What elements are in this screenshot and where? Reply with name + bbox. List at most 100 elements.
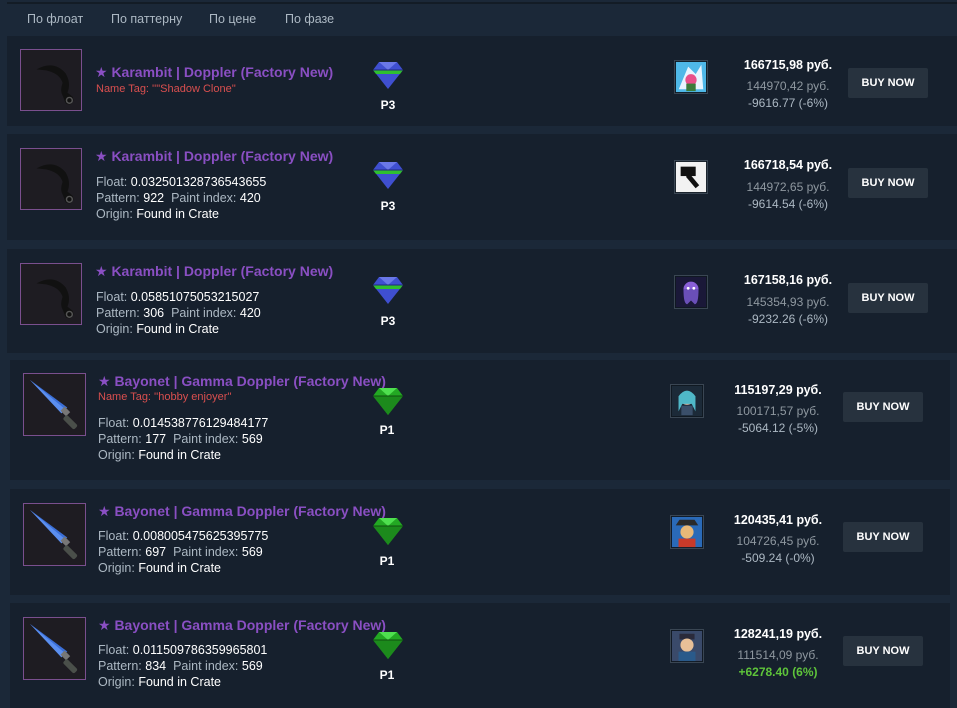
origin-line: Origin: Found in Crate bbox=[98, 448, 221, 462]
item-title[interactable]: ★ Bayonet | Gamma Doppler (Factory New) bbox=[98, 617, 386, 634]
sort-by-price-tab[interactable]: По цене bbox=[209, 12, 256, 26]
float-value: 0.011509786359965801 bbox=[132, 643, 268, 657]
name-tag: Name Tag: ''hobby enjoyer'' bbox=[98, 391, 232, 403]
ghost-sticker-icon[interactable] bbox=[674, 275, 708, 309]
price: 120435,41 руб. bbox=[733, 513, 823, 527]
buy-now-button[interactable]: BUY NOW bbox=[848, 168, 928, 198]
item-title[interactable]: ★ Karambit | Doppler (Factory New) bbox=[95, 263, 333, 280]
listing-row: ★ Karambit | Doppler (Factory New) Name … bbox=[7, 36, 957, 126]
base-price: 111514,09 руб. bbox=[737, 648, 819, 662]
float-line: Float: 0.011509786359965801 bbox=[98, 643, 268, 657]
anime-girl-sticker-icon[interactable] bbox=[670, 384, 704, 418]
pattern-line: Pattern: 306 Paint index: 420 bbox=[96, 306, 261, 320]
float-value: 0.05851075053215027 bbox=[130, 290, 260, 304]
float-line: Float: 0.008005475625395775 bbox=[98, 529, 269, 543]
name-tag: Name Tag: ''"Shadow Clone'' bbox=[96, 83, 236, 95]
pattern-value: 834 bbox=[145, 659, 167, 673]
buy-now-button[interactable]: BUY NOW bbox=[843, 636, 923, 666]
base-price: 145354,93 руб. bbox=[746, 295, 830, 309]
origin-line: Origin: Found in Crate bbox=[96, 207, 219, 221]
float-line: Float: 0.05851075053215027 bbox=[96, 290, 260, 304]
base-price: 100171,57 руб. bbox=[736, 404, 820, 418]
character-sticker-icon[interactable] bbox=[670, 629, 704, 663]
item-title[interactable]: ★ Bayonet | Gamma Doppler (Factory New) bbox=[98, 373, 386, 390]
sort-by-pattern-tab[interactable]: По паттерну bbox=[111, 12, 182, 26]
phase-label: P3 bbox=[380, 314, 396, 328]
price: 115197,29 руб. bbox=[734, 383, 822, 397]
emerald-gem-icon bbox=[373, 518, 403, 545]
base-price: 144970,42 руб. bbox=[746, 79, 830, 93]
bayonet-icon[interactable] bbox=[23, 617, 86, 680]
paint-index-value: 420 bbox=[239, 306, 261, 320]
price-difference: -509.24 (-0%) bbox=[741, 551, 815, 565]
float-line: Float: 0.014538776129484177 bbox=[98, 416, 269, 430]
origin-value: Found in Crate bbox=[136, 207, 219, 221]
float-line: Float: 0.032501328736543655 bbox=[96, 175, 267, 189]
pattern-value: 177 bbox=[145, 432, 167, 446]
origin-line: Origin: Found in Crate bbox=[98, 561, 221, 575]
phase-label: P3 bbox=[380, 199, 396, 213]
pattern-value: 697 bbox=[145, 545, 167, 559]
bayonet-icon[interactable] bbox=[23, 503, 86, 566]
price: 166718,54 руб. bbox=[743, 158, 833, 172]
buy-now-button[interactable]: BUY NOW bbox=[843, 392, 923, 422]
listing-row: ★ Bayonet | Gamma Doppler (Factory New) … bbox=[10, 489, 950, 595]
hammer-sticker-icon[interactable] bbox=[674, 160, 708, 194]
emerald-gem-icon bbox=[373, 632, 403, 659]
pattern-value: 922 bbox=[143, 191, 165, 205]
sapphire-gem-icon bbox=[373, 277, 403, 304]
price-difference: -9616.77 (-6%) bbox=[747, 96, 829, 110]
float-value: 0.008005475625395775 bbox=[132, 529, 269, 543]
origin-value: Found in Crate bbox=[138, 561, 221, 575]
top-divider bbox=[7, 2, 957, 4]
pattern-line: Pattern: 697 Paint index: 569 bbox=[98, 545, 263, 559]
paint-index-value: 569 bbox=[241, 545, 263, 559]
pattern-value: 306 bbox=[143, 306, 165, 320]
price: 167158,16 руб. bbox=[743, 273, 833, 287]
listing-row: ★ Bayonet | Gamma Doppler (Factory New) … bbox=[10, 603, 950, 708]
base-price: 144972,65 руб. bbox=[746, 180, 830, 194]
float-value: 0.032501328736543655 bbox=[130, 175, 267, 189]
price-difference: -9232.26 (-6%) bbox=[747, 312, 829, 326]
pirate-sticker-icon[interactable] bbox=[670, 515, 704, 549]
origin-line: Origin: Found in Crate bbox=[96, 322, 219, 336]
pattern-line: Pattern: 177 Paint index: 569 bbox=[98, 432, 263, 446]
float-value: 0.014538776129484177 bbox=[132, 416, 269, 430]
paint-index-value: 569 bbox=[241, 659, 263, 673]
cartoon-sticker-icon[interactable] bbox=[674, 60, 708, 94]
item-title[interactable]: ★ Bayonet | Gamma Doppler (Factory New) bbox=[98, 503, 386, 520]
buy-now-button[interactable]: BUY NOW bbox=[848, 68, 928, 98]
phase-label: P3 bbox=[380, 98, 396, 112]
phase-label: P1 bbox=[379, 554, 395, 568]
base-price: 104726,45 руб. bbox=[736, 534, 820, 548]
listing-row: ★ Karambit | Doppler (Factory New) Float… bbox=[7, 249, 957, 353]
emerald-gem-icon bbox=[373, 388, 403, 415]
origin-value: Found in Crate bbox=[138, 675, 221, 689]
listing-row: ★ Karambit | Doppler (Factory New) Float… bbox=[7, 134, 957, 240]
origin-line: Origin: Found in Crate bbox=[98, 675, 221, 689]
karambit-icon[interactable] bbox=[20, 263, 82, 325]
karambit-icon[interactable] bbox=[20, 148, 82, 210]
pattern-line: Pattern: 834 Paint index: 569 bbox=[98, 659, 263, 673]
phase-label: P1 bbox=[379, 423, 395, 437]
origin-value: Found in Crate bbox=[136, 322, 219, 336]
price-difference: -5064.12 (-5%) bbox=[737, 421, 819, 435]
buy-now-button[interactable]: BUY NOW bbox=[848, 283, 928, 313]
item-title[interactable]: ★ Karambit | Doppler (Factory New) bbox=[95, 64, 333, 81]
price: 166715,98 руб. bbox=[743, 58, 833, 72]
paint-index-value: 420 bbox=[239, 191, 261, 205]
listing-row: ★ Bayonet | Gamma Doppler (Factory New) … bbox=[10, 360, 950, 480]
sapphire-gem-icon bbox=[373, 162, 403, 189]
price: 128241,19 руб. bbox=[733, 627, 823, 641]
bayonet-icon[interactable] bbox=[23, 373, 86, 436]
phase-label: P1 bbox=[379, 668, 395, 682]
item-title[interactable]: ★ Karambit | Doppler (Factory New) bbox=[95, 148, 333, 165]
sort-by-phase-tab[interactable]: По фазе bbox=[285, 12, 334, 26]
price-difference: -9614.54 (-6%) bbox=[747, 197, 829, 211]
buy-now-button[interactable]: BUY NOW bbox=[843, 522, 923, 552]
karambit-icon[interactable] bbox=[20, 49, 82, 111]
sapphire-gem-icon bbox=[373, 62, 403, 89]
price-difference: +6278.40 (6%) bbox=[738, 665, 818, 679]
paint-index-value: 569 bbox=[241, 432, 263, 446]
sort-by-float-tab[interactable]: По флоат bbox=[27, 12, 83, 26]
